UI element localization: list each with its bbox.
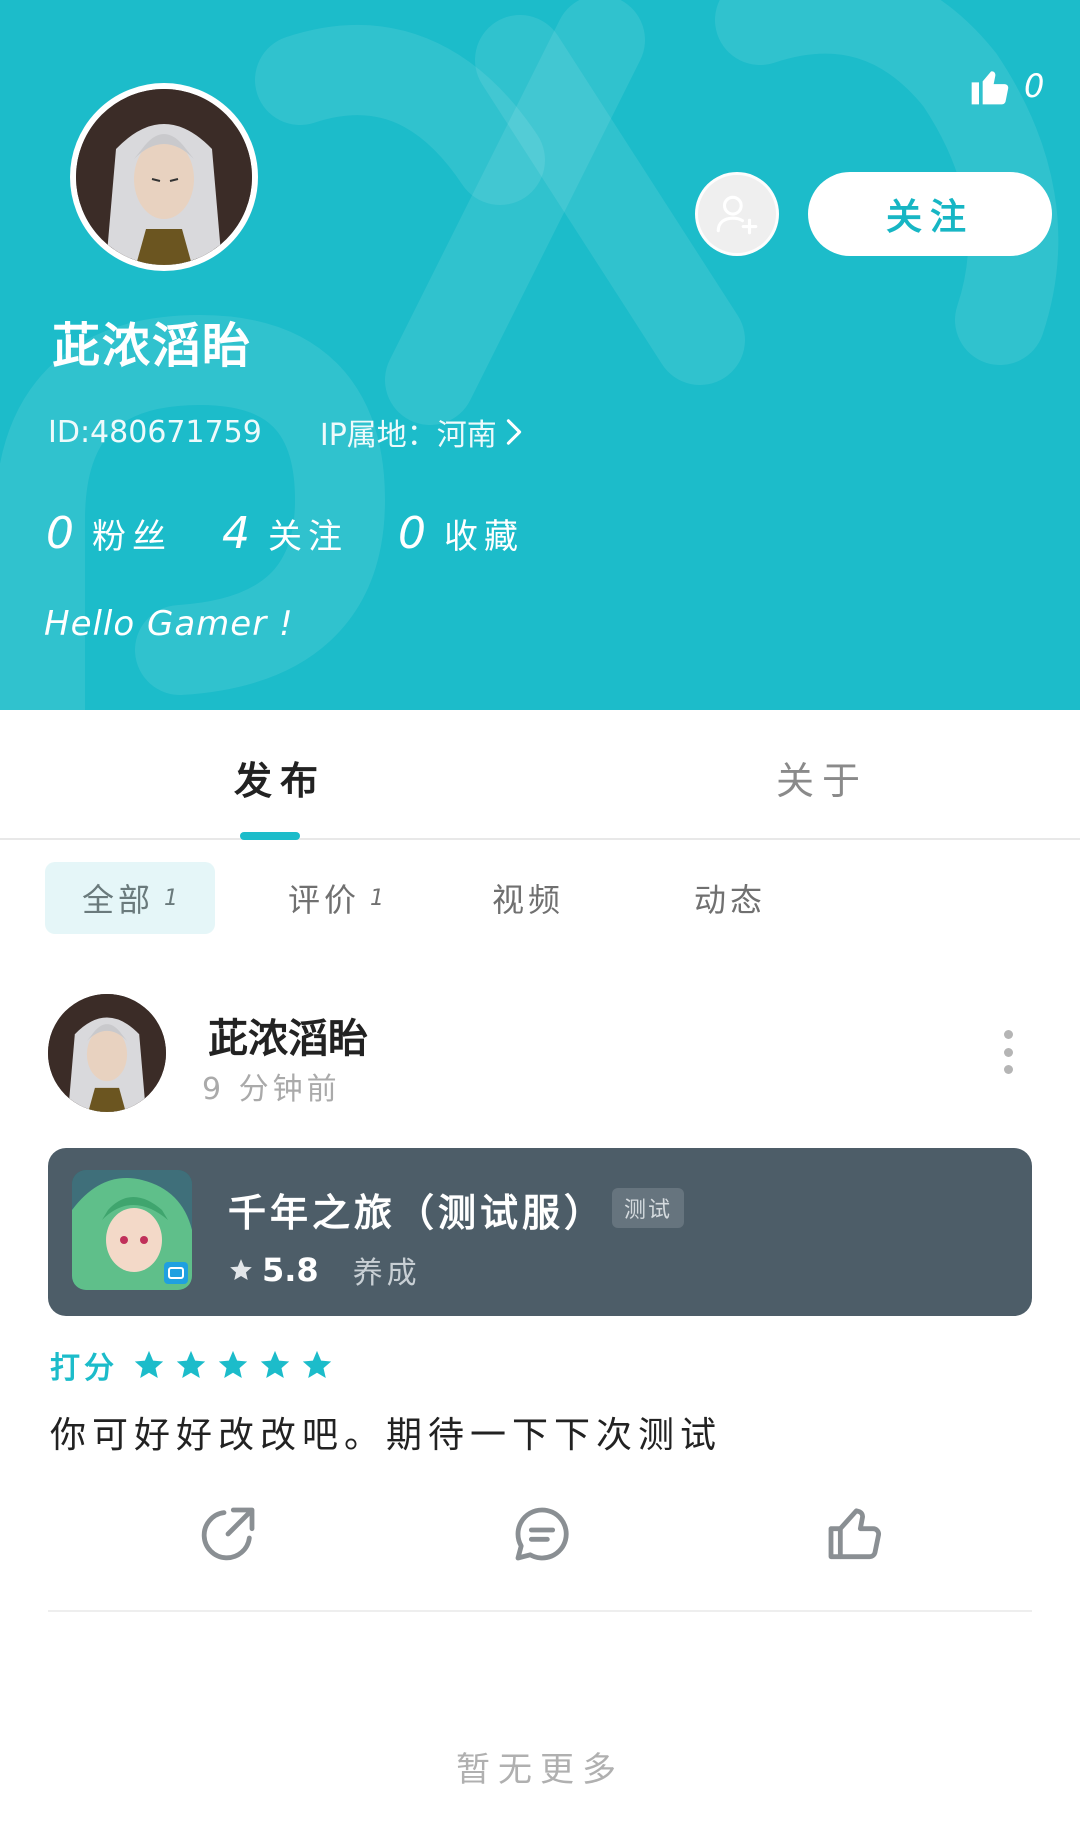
post-action-bar — [0, 1500, 1080, 1570]
add-user-icon — [716, 195, 758, 235]
game-test-tag: 测试 — [612, 1188, 685, 1228]
profile-avatar[interactable] — [70, 83, 258, 271]
filter-label: 全部 — [81, 881, 154, 919]
rating-row: 打分 — [50, 1343, 334, 1387]
profile-header: 0 关注 茈浓滔眙 ID:480671759 IP属地：河南 0 粉丝 4 关注… — [0, 0, 1080, 710]
filter-label: 动态 — [694, 881, 767, 919]
profile-meta-row: ID:480671759 IP属地：河南 — [48, 410, 525, 454]
chevron-right-icon — [506, 419, 521, 445]
filter-count: 1 — [164, 885, 178, 911]
post-timestamp: 9 分钟前 — [202, 1072, 341, 1107]
rating-stars — [132, 1348, 334, 1382]
post-author-name[interactable]: 茈浓滔眙 — [208, 1006, 368, 1064]
like-button[interactable] — [820, 1500, 890, 1570]
filter-videos[interactable]: 视频 — [472, 862, 584, 934]
filter-count: 1 — [370, 885, 385, 911]
filter-tab-bar: 全部 1 评价 1 视频 动态 — [0, 862, 1080, 934]
stat-label: 收藏 — [444, 516, 524, 557]
star-icon — [218, 1350, 248, 1379]
stat-following[interactable]: 4 关注 — [222, 508, 348, 559]
profile-bio: Hello Gamer ! — [44, 604, 294, 644]
post-author-avatar[interactable] — [48, 994, 166, 1112]
game-score: 5.8 — [262, 1251, 319, 1289]
share-icon — [201, 1507, 255, 1560]
game-icon — [72, 1170, 192, 1290]
filter-all[interactable]: 全部 1 — [45, 862, 215, 934]
share-button[interactable] — [193, 1500, 263, 1570]
game-meta: 5.8 养成 — [228, 1248, 421, 1292]
profile-username: 茈浓滔眙 — [52, 318, 253, 374]
rating-label: 打分 — [50, 1351, 118, 1386]
stat-label: 粉丝 — [92, 516, 172, 557]
more-dot — [1003, 1065, 1013, 1074]
filter-label: 视频 — [492, 881, 565, 919]
stat-fans[interactable]: 0 粉丝 — [46, 508, 172, 559]
filter-reviews[interactable]: 评价 1 — [268, 862, 404, 934]
filter-label: 评价 — [288, 881, 361, 919]
review-text: 你可好好改改吧。期待一下下次测试 — [50, 1415, 723, 1456]
post-divider — [48, 1610, 1032, 1612]
stat-value: 0 — [46, 507, 74, 559]
comment-icon — [515, 1507, 569, 1560]
thumbs-up-icon — [828, 1507, 881, 1559]
ip-location-link[interactable]: IP属地：河南 — [320, 410, 525, 454]
post-more-button[interactable] — [990, 1030, 1026, 1074]
more-dot — [1003, 1030, 1013, 1039]
filter-moments[interactable]: 动态 — [674, 862, 786, 934]
star-icon — [134, 1350, 164, 1379]
stat-label: 关注 — [268, 516, 348, 557]
star-icon — [260, 1350, 290, 1379]
tab-publish[interactable]: 发布 — [234, 750, 326, 805]
star-icon — [176, 1350, 206, 1379]
star-icon — [230, 1259, 252, 1280]
stat-favorites[interactable]: 0 收藏 — [398, 508, 524, 559]
follow-button[interactable]: 关注 — [808, 172, 1052, 256]
avatar-portrait-image — [48, 994, 166, 1112]
stat-value: 4 — [222, 507, 250, 559]
stat-value: 0 — [398, 507, 426, 559]
main-tab-bar: 发布 关于 — [0, 710, 1080, 840]
add-friend-button[interactable] — [695, 172, 779, 256]
like-count-value: 0 — [1024, 67, 1045, 105]
game-title: 千年之旅（测试服） — [228, 1191, 607, 1235]
comment-button[interactable] — [507, 1500, 577, 1570]
avatar-portrait-image — [76, 89, 252, 265]
star-icon — [302, 1350, 332, 1379]
game-card[interactable]: 千年之旅（测试服） 测试 5.8 养成 — [48, 1148, 1032, 1316]
tab-about[interactable]: 关于 — [776, 750, 868, 805]
user-id: ID:480671759 — [48, 414, 262, 450]
no-more-indicator: 暂无更多 — [456, 1750, 624, 1790]
profile-like-count[interactable]: 0 — [968, 60, 1044, 112]
ip-location-text: IP属地：河南 — [319, 418, 497, 453]
game-genre: 养成 — [352, 1256, 421, 1291]
more-dot — [1003, 1047, 1013, 1057]
game-cover-image — [72, 1170, 192, 1290]
active-tab-indicator — [240, 832, 300, 840]
profile-stats: 0 粉丝 4 关注 0 收藏 — [46, 505, 574, 561]
thumbs-up-icon — [971, 71, 1009, 105]
